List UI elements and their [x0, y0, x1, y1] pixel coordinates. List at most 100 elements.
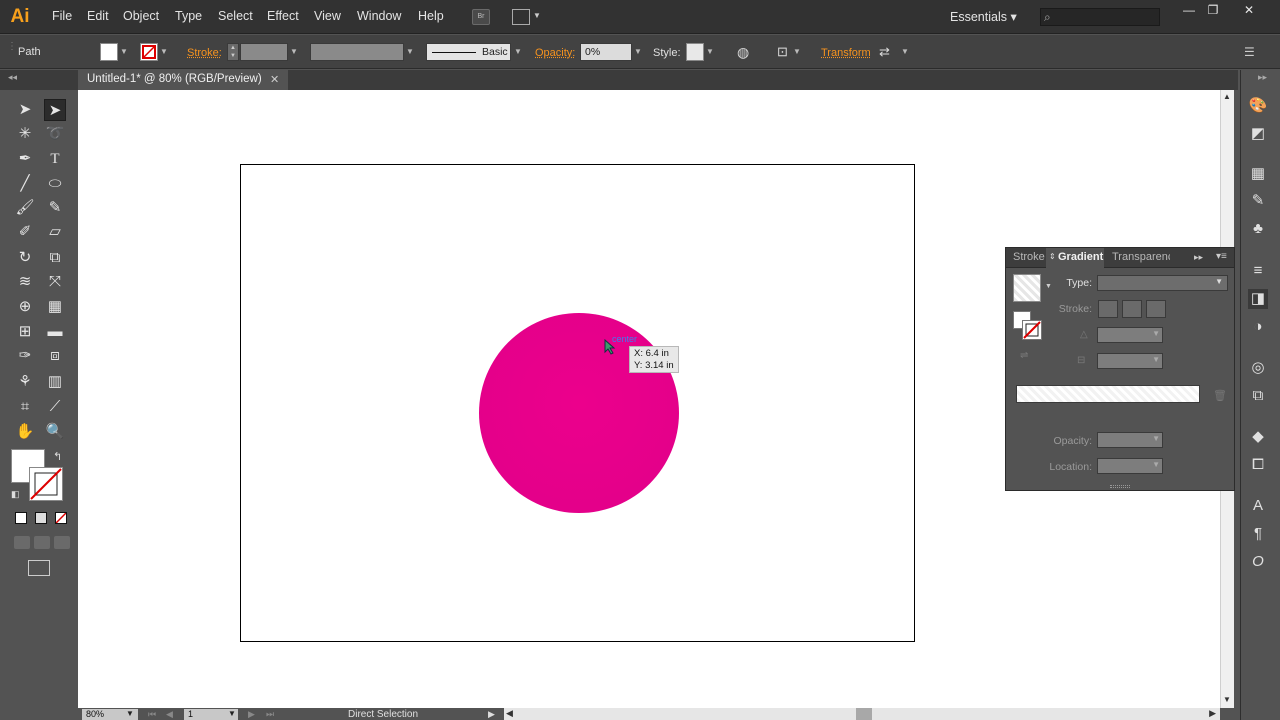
bridge-button[interactable]: Br	[472, 9, 490, 25]
type-icon[interactable]: T	[44, 148, 66, 170]
stroke-dropdown-icon[interactable]: ▼	[158, 43, 170, 61]
artboards-panel-icon[interactable]: ⧠	[1248, 455, 1268, 475]
next-artboard-icon[interactable]: ▶	[248, 709, 255, 720]
menu-view[interactable]: View	[314, 9, 341, 23]
blend-icon[interactable]: ⧈	[44, 345, 66, 367]
align-icon[interactable]: ⊡	[777, 44, 788, 60]
more-options-dropdown-icon[interactable]: ▼	[899, 43, 911, 61]
scroll-right-icon[interactable]: ▶	[1209, 708, 1216, 719]
menu-select[interactable]: Select	[218, 9, 253, 23]
minimize-button[interactable]: —	[1176, 3, 1202, 19]
first-artboard-icon[interactable]: ⏮	[148, 709, 156, 720]
variable-width-dropdown-icon[interactable]: ▼	[404, 43, 416, 61]
draw-normal-icon[interactable]	[14, 536, 30, 549]
brush-dropdown-icon[interactable]: ▼	[512, 43, 524, 61]
horizontal-scroll-thumb[interactable]	[856, 708, 872, 720]
mesh-icon[interactable]: ⊞	[14, 321, 36, 343]
paragraph-panel-icon[interactable]: ¶	[1248, 524, 1268, 544]
stroke-along-button[interactable]	[1122, 300, 1142, 318]
close-button[interactable]: ✕	[1236, 3, 1262, 19]
slice-icon[interactable]: ⟋	[44, 396, 66, 418]
transparency-panel-icon[interactable]: ◑	[1248, 317, 1268, 337]
opacity-dropdown-icon[interactable]: ▼	[632, 43, 644, 61]
warp-icon[interactable]: ≋	[14, 271, 36, 293]
gradient-type-select[interactable]: ▼	[1097, 275, 1228, 291]
menu-effect[interactable]: Effect	[267, 9, 299, 23]
status-menu-icon[interactable]: ▶	[488, 709, 495, 720]
magic-wand-icon[interactable]: ✳	[14, 123, 36, 145]
character-panel-icon[interactable]: A	[1248, 496, 1268, 516]
eyedropper-icon[interactable]: ✑	[14, 345, 36, 367]
last-artboard-icon[interactable]: ⏭	[266, 709, 274, 720]
blob-brush-icon[interactable]: ✐	[14, 221, 36, 243]
stroke-weight-field[interactable]	[240, 43, 288, 61]
lasso-icon[interactable]: ➰	[44, 123, 66, 145]
style-dropdown-icon[interactable]: ▼	[704, 43, 716, 61]
isolate-icon[interactable]: ⇄	[879, 44, 890, 60]
ellipse-icon[interactable]: ⬭	[44, 173, 66, 195]
reverse-gradient-icon[interactable]: ⇌	[1020, 350, 1028, 361]
shape-builder-icon[interactable]: ⊕	[14, 296, 36, 318]
expand-dock-icon[interactable]: ▸▸	[1258, 72, 1267, 83]
appearance-panel-icon[interactable]: ◎	[1248, 358, 1268, 378]
document-tab[interactable]: Untitled-1* @ 80% (RGB/Preview)	[78, 70, 288, 90]
tab-gradient[interactable]: Gradient	[1058, 251, 1103, 263]
menu-edit[interactable]: Edit	[87, 9, 109, 23]
panel-expand-icon[interactable]: ▸▸	[1194, 252, 1203, 263]
menu-object[interactable]: Object	[123, 9, 159, 23]
gradient-aspect-field[interactable]: ▼	[1097, 353, 1163, 369]
opacity-field[interactable]: 0%	[580, 43, 632, 61]
delete-stop-icon[interactable]: 🗑	[1213, 389, 1227, 402]
gradient-panel-icon[interactable]: ◨	[1248, 289, 1268, 309]
arrange-documents-icon[interactable]	[512, 9, 530, 25]
tab-transparency[interactable]: Transparency	[1112, 251, 1170, 263]
stroke-within-button[interactable]	[1098, 300, 1118, 318]
ellipse-shape[interactable]	[479, 313, 679, 513]
eraser-icon[interactable]: ▱	[44, 221, 66, 243]
zoom-icon[interactable]: 🔍	[44, 421, 66, 443]
brushes-panel-icon[interactable]: ✎	[1248, 191, 1268, 211]
stroke-color-box[interactable]	[29, 467, 63, 501]
free-transform-icon[interactable]: ⤧	[44, 271, 66, 293]
paintbrush-icon[interactable]: 🖌	[14, 197, 36, 219]
menu-type[interactable]: Type	[175, 9, 202, 23]
artboard-icon[interactable]: ⌗	[14, 396, 36, 418]
gradient-opacity-field[interactable]: ▼	[1097, 432, 1163, 448]
layers-panel-icon[interactable]: ◆	[1248, 427, 1268, 447]
symbols-panel-icon[interactable]: ♣	[1248, 219, 1268, 239]
gradient-panel-menu-icon[interactable]: ▾≡	[1216, 251, 1227, 262]
gradient-icon[interactable]: ▬	[44, 321, 66, 343]
rotate-icon[interactable]: ↻	[14, 247, 36, 269]
gradient-location-field[interactable]: ▼	[1097, 458, 1163, 474]
menu-help[interactable]: Help	[418, 9, 444, 23]
graphic-styles-icon[interactable]: ⧉	[1248, 386, 1268, 406]
opentype-panel-icon[interactable]: O	[1248, 552, 1268, 572]
draw-behind-icon[interactable]	[34, 536, 50, 549]
graphic-style-swatch[interactable]	[686, 43, 704, 61]
draw-inside-icon[interactable]	[54, 536, 70, 549]
swatches-panel-icon[interactable]: ▦	[1248, 164, 1268, 184]
opacity-label[interactable]: Opacity:	[535, 47, 575, 59]
gradient-preview-swatch[interactable]	[1013, 274, 1041, 302]
menu-file[interactable]: File	[52, 9, 72, 23]
tab-stroke[interactable]: Stroke	[1013, 251, 1045, 263]
workspace-switcher[interactable]: Essentials ▾	[950, 9, 1017, 24]
brush-definition-field[interactable]: Basic	[426, 43, 511, 61]
gradient-preview-dropdown-icon[interactable]: ▼	[1045, 283, 1052, 290]
color-guide-icon[interactable]: ◩	[1248, 124, 1268, 144]
recolor-artwork-icon[interactable]: ◍	[737, 44, 749, 61]
swap-fill-stroke-icon[interactable]: ↰	[53, 450, 62, 463]
hand-icon[interactable]: ✋	[14, 421, 36, 443]
scroll-left-icon[interactable]: ◀	[506, 708, 513, 719]
gradient-mode-icon[interactable]	[35, 512, 47, 524]
menu-window[interactable]: Window	[357, 9, 401, 23]
fill-dropdown-icon[interactable]: ▼	[118, 43, 130, 61]
align-dropdown-icon[interactable]: ▼	[791, 43, 803, 61]
stroke-weight-stepper[interactable]: ▲ ▼	[227, 43, 239, 61]
gradient-stroke-box[interactable]	[1022, 320, 1042, 340]
panel-menu-icon[interactable]: ☰	[1244, 45, 1255, 59]
pencil-icon[interactable]: ✎	[44, 197, 66, 219]
gradient-slider-bar[interactable]	[1016, 385, 1200, 403]
fill-swatch[interactable]	[100, 43, 118, 61]
stroke-label[interactable]: Stroke:	[187, 47, 222, 59]
